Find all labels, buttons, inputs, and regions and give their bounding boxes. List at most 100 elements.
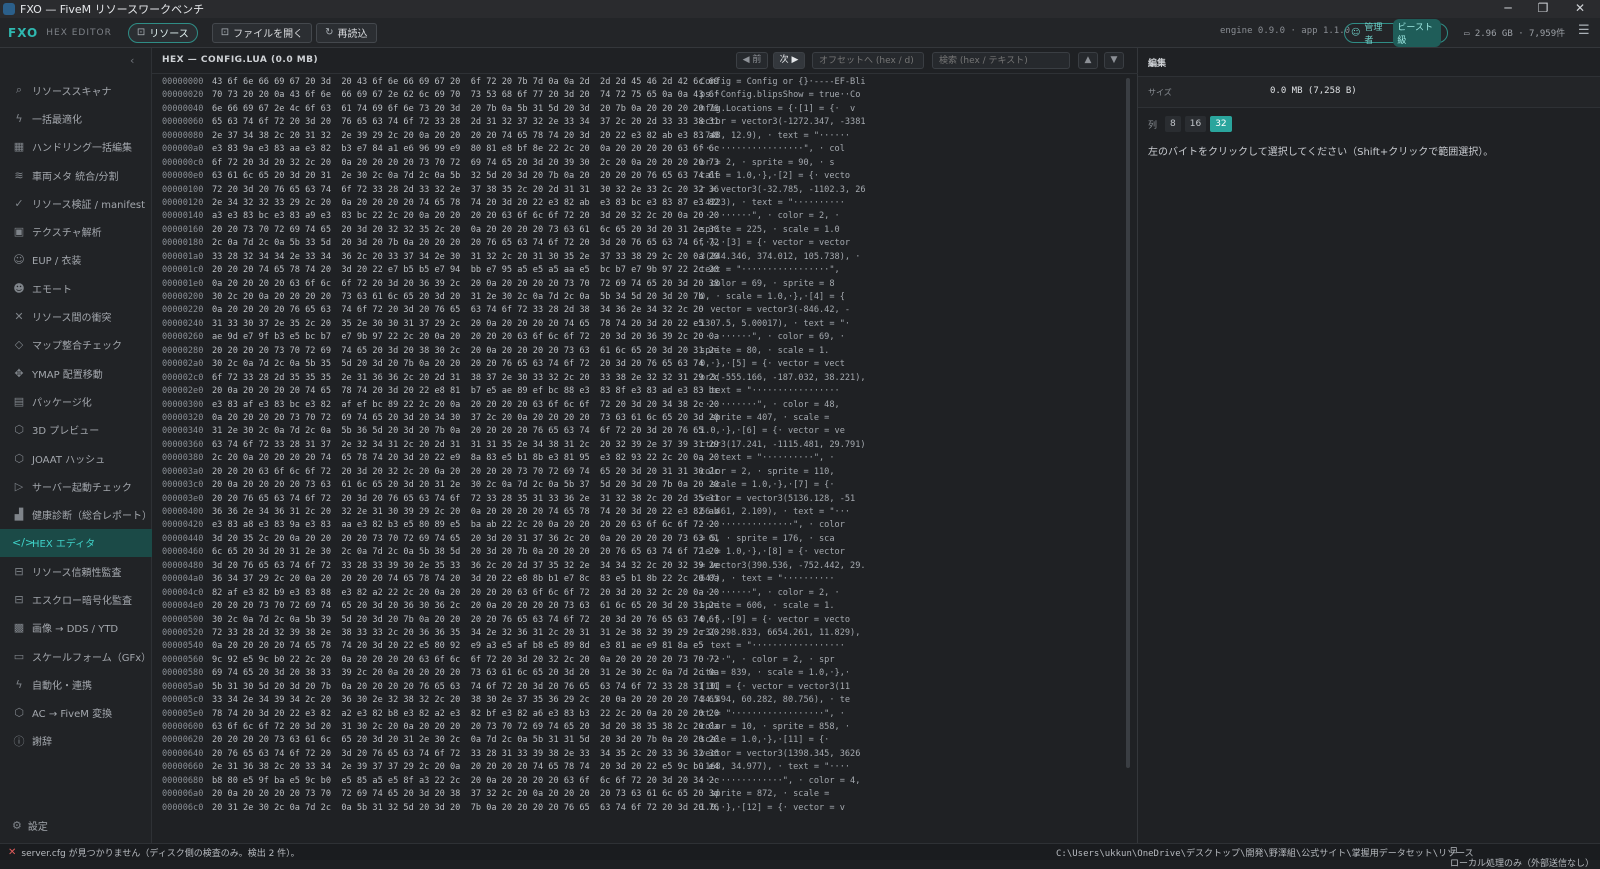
hex-bytes[interactable]: 5b 31 30 5d 20 3d 20 7b 0a 20 20 20 20 7… (212, 681, 719, 694)
hex-row[interactable]: 000000a0 e3 83 9a e3 83 aa e3 82 b3 e7 84… (152, 143, 1138, 156)
hex-bytes[interactable]: 78 74 20 3d 20 22 e3 82 a2 e3 82 b8 e3 8… (212, 708, 719, 721)
hex-row[interactable]: 00000320 0a 20 20 20 20 73 70 72 69 74 65… (152, 412, 1138, 425)
hex-bytes[interactable]: 31 2e 30 2c 0a 7d 2c 0a 5b 36 5d 20 3d 2… (212, 425, 704, 438)
hex-bytes[interactable]: 6e 66 69 67 2e 4c 6f 63 61 74 69 6f 6e 7… (212, 103, 719, 116)
hex-search-input[interactable] (932, 52, 1070, 69)
hex-row[interactable]: 000006c0 20 31 2e 30 2c 0a 7d 2c 0a 5b 31… (152, 802, 1138, 815)
hex-bytes[interactable]: 2e 34 32 32 33 29 2c 20 0a 20 20 20 20 7… (212, 197, 719, 210)
offset-input[interactable] (812, 52, 924, 69)
hex-row[interactable]: 00000440 3d 20 35 2c 20 0a 20 20 20 20 73… (152, 533, 1138, 546)
hex-bytes[interactable]: e3 83 af e3 83 bc e3 82 af ef bc 89 22 2… (212, 399, 719, 412)
settings-item[interactable]: ⚙ 設定 (12, 818, 48, 833)
sidebar-item[interactable]: ⬡ JOAAT ハッシュ (0, 444, 152, 472)
sidebar-item[interactable]: ☻ エモート (0, 274, 152, 302)
sidebar-item[interactable]: ✓ リソース検証 / manifest (0, 189, 152, 217)
hex-bytes[interactable]: b8 80 e5 9f ba e5 9c b0 e5 85 a5 e5 8f a… (212, 775, 719, 788)
hex-row[interactable]: 00000680 b8 80 e5 9f ba e5 9c b0 e5 85 a5… (152, 775, 1138, 788)
sidebar-item[interactable]: ▤ パッケージ化 (0, 387, 152, 415)
hex-row[interactable]: 00000560 9c 92 e5 9c b0 22 2c 20 0a 20 20… (152, 654, 1138, 667)
hex-bytes[interactable]: 6f 72 20 3d 20 32 2c 20 0a 20 20 20 20 7… (212, 157, 719, 170)
hex-bytes[interactable]: ae 9d e7 9f b3 e5 bc b7 e7 9b 97 22 2c 2… (212, 331, 719, 344)
hex-row[interactable]: 00000220 0a 20 20 20 20 76 65 63 74 6f 72… (152, 304, 1138, 317)
hex-row[interactable]: 00000300 e3 83 af e3 83 bc e3 82 af ef bc… (152, 399, 1138, 412)
hex-row[interactable]: 00000620 20 20 20 20 73 63 61 6c 65 20 3d… (152, 734, 1138, 747)
cols-32-button[interactable]: 32 (1210, 116, 1232, 132)
hex-row[interactable]: 00000140 a3 e3 83 bc e3 83 a9 e3 83 bc 22… (152, 210, 1138, 223)
hex-row[interactable]: 00000160 20 20 73 70 72 69 74 65 20 3d 20… (152, 224, 1138, 237)
hex-row[interactable]: 00000120 2e 34 32 32 33 29 2c 20 0a 20 20… (152, 197, 1138, 210)
hex-row[interactable]: 00000500 30 2c 0a 7d 2c 0a 5b 39 5d 20 3d… (152, 614, 1138, 627)
hex-bytes[interactable]: 72 33 28 2d 32 39 38 2e 38 33 33 2c 20 3… (212, 627, 719, 640)
hex-bytes[interactable]: 82 af e3 82 b9 e3 83 88 e3 82 a2 22 2c 2… (212, 587, 719, 600)
hex-row[interactable]: 00000360 63 74 6f 72 33 28 31 37 2e 32 34… (152, 439, 1138, 452)
hex-row[interactable]: 000000e0 63 61 6c 65 20 3d 20 31 2e 30 2c… (152, 170, 1138, 183)
close-window-button[interactable]: ✕ (1562, 0, 1598, 18)
hex-bytes[interactable]: 30 2c 0a 7d 2c 0a 5b 35 5d 20 3d 20 7b 0… (212, 358, 704, 371)
sidebar-item[interactable]: ≋ 車両メタ 統合/分割 (0, 161, 152, 189)
cols-16-button[interactable]: 16 (1184, 116, 1207, 132)
hex-bytes[interactable]: 0a 20 20 20 20 76 65 63 74 6f 72 20 3d 2… (212, 304, 704, 317)
sidebar-item[interactable]: ✕ リソース間の衝突 (0, 302, 152, 330)
sidebar-item[interactable]: ⓘ 謝辞 (0, 727, 152, 755)
hex-bytes[interactable]: e3 83 9a e3 83 aa e3 82 b3 e7 84 a1 e6 9… (212, 143, 719, 156)
hex-bytes[interactable]: 20 76 65 63 74 6f 72 20 3d 20 76 65 63 7… (212, 748, 719, 761)
search-down-button[interactable]: ▼ (1104, 52, 1124, 69)
open-file-button[interactable]: ⊡ ファイルを開く (211, 22, 313, 43)
hex-row[interactable]: 00000380 2c 20 0a 20 20 20 20 74 65 78 74… (152, 452, 1138, 465)
next-match-button[interactable]: 次 ▶ (773, 52, 805, 69)
hex-view[interactable]: 00000000 43 6f 6e 66 69 67 20 3d 20 43 6f… (152, 76, 1138, 841)
hex-bytes[interactable]: 20 20 76 65 63 74 6f 72 20 3d 20 76 65 6… (212, 493, 719, 506)
hex-bytes[interactable]: a3 e3 83 bc e3 83 a9 e3 83 bc 22 2c 20 0… (212, 210, 719, 223)
hex-bytes[interactable]: 20 0a 20 20 20 20 73 63 61 6c 65 20 3d 2… (212, 479, 719, 492)
sidebar-item[interactable]: ☺ EUP / 衣装 (0, 246, 152, 274)
hex-bytes[interactable]: 30 2c 20 0a 20 20 20 20 73 63 61 6c 65 2… (212, 291, 704, 304)
hex-row[interactable]: 00000660 2e 31 36 38 2c 20 33 34 2e 39 37… (152, 761, 1138, 774)
hex-bytes[interactable]: 36 34 37 29 2c 20 0a 20 20 20 20 74 65 7… (212, 573, 719, 586)
hex-row[interactable]: 000004a0 36 34 37 29 2c 20 0a 20 20 20 20… (152, 573, 1138, 586)
sidebar-item[interactable]: ϟ 自動化・連携 (0, 670, 152, 698)
hex-bytes[interactable]: 63 61 6c 65 20 3d 20 31 2e 30 2c 0a 7d 2… (212, 170, 719, 183)
hex-row[interactable]: 00000580 69 74 65 20 3d 20 38 33 39 2c 20… (152, 667, 1138, 680)
hex-bytes[interactable]: e3 83 a8 e3 83 9a e3 83 aa e3 82 b3 e5 8… (212, 519, 719, 532)
hex-bytes[interactable]: 20 0a 20 20 20 20 73 70 72 69 74 65 20 3… (212, 788, 719, 801)
sidebar-item[interactable]: ⊟ エスクロー暗号化監査 (0, 585, 152, 613)
hex-bytes[interactable]: 20 20 20 73 70 72 69 74 65 20 3d 20 36 3… (212, 600, 719, 613)
minimize-button[interactable]: ─ (1490, 0, 1526, 18)
hex-bytes[interactable]: 43 6f 6e 66 69 67 20 3d 20 43 6f 6e 66 6… (212, 76, 719, 89)
hex-bytes[interactable]: 0a 20 20 20 20 73 70 72 69 74 65 20 3d 2… (212, 412, 719, 425)
hex-row[interactable]: 000005a0 5b 31 30 5d 20 3d 20 7b 0a 20 20… (152, 681, 1138, 694)
sidebar-item[interactable]: ▟ 健康診断（総合レポート） (0, 500, 152, 528)
hex-row[interactable]: 00000520 72 33 28 2d 32 39 38 2e 38 33 33… (152, 627, 1138, 640)
sidebar-item[interactable]: ⬡ AC → FiveM 変換 (0, 699, 152, 727)
sidebar-item[interactable]: ▷ サーバー起動チェック (0, 472, 152, 500)
sidebar-item[interactable]: ⌕ リソーススキャナ (0, 76, 152, 104)
hex-bytes[interactable]: 30 2c 0a 7d 2c 0a 5b 39 5d 20 3d 20 7b 0… (212, 614, 719, 627)
hex-row[interactable]: 00000280 20 20 20 20 73 70 72 69 74 65 20… (152, 345, 1138, 358)
hex-row[interactable]: 00000540 0a 20 20 20 20 74 65 78 74 20 3d… (152, 640, 1138, 653)
hex-bytes[interactable]: 20 20 20 63 6f 6c 6f 72 20 3d 20 32 2c 2… (212, 466, 719, 479)
hex-row[interactable]: 000002e0 20 0a 20 20 20 20 74 65 78 74 20… (152, 385, 1138, 398)
hex-bytes[interactable]: 70 73 20 20 0a 43 6f 6e 66 69 67 2e 62 6… (212, 89, 719, 102)
hex-row[interactable]: 000002c0 6f 72 33 28 2d 35 35 35 2e 31 36… (152, 372, 1138, 385)
sidebar-item[interactable]: ϟ 一括最適化 (0, 104, 152, 132)
hex-bytes[interactable]: 33 34 2e 34 39 34 2c 20 36 30 2e 32 38 3… (212, 694, 719, 707)
hex-bytes[interactable]: 20 20 20 20 73 70 72 69 74 65 20 3d 20 3… (212, 345, 719, 358)
hex-bytes[interactable]: 2c 0a 7d 2c 0a 5b 33 5d 20 3d 20 7b 0a 2… (212, 237, 719, 250)
hex-bytes[interactable]: 72 20 3d 20 76 65 63 74 6f 72 33 28 2d 3… (212, 184, 719, 197)
hex-bytes[interactable]: 3d 20 76 65 63 74 6f 72 33 28 33 39 30 2… (212, 560, 719, 573)
sidebar-item[interactable]: ◇ マップ整合チェック (0, 331, 152, 359)
hex-bytes[interactable]: 6c 65 20 3d 20 31 2e 30 2c 0a 7d 2c 0a 5… (212, 546, 719, 559)
hex-bytes[interactable]: 2c 20 0a 20 20 20 20 74 65 78 74 20 3d 2… (212, 452, 719, 465)
hex-row[interactable]: 000004e0 20 20 20 73 70 72 69 74 65 20 3d… (152, 600, 1138, 613)
settings-sliders-icon[interactable]: ☰ (1578, 23, 1590, 38)
hex-bytes[interactable]: 63 74 6f 72 33 28 31 37 2e 32 34 31 2c 2… (212, 439, 719, 452)
hex-row[interactable]: 00000080 2e 37 34 38 2c 20 31 32 2e 39 29… (152, 130, 1138, 143)
search-up-button[interactable]: ▲ (1078, 52, 1098, 69)
hex-bytes[interactable]: 9c 92 e5 9c b0 22 2c 20 0a 20 20 20 20 6… (212, 654, 719, 667)
hex-row[interactable]: 00000200 30 2c 20 0a 20 20 20 20 73 63 61… (152, 291, 1138, 304)
hex-row[interactable]: 000003e0 20 20 76 65 63 74 6f 72 20 3d 20… (152, 493, 1138, 506)
hex-row[interactable]: 00000060 65 63 74 6f 72 20 3d 20 76 65 63… (152, 116, 1138, 129)
prev-match-button[interactable]: ◀ 前 (736, 52, 768, 69)
cols-8-button[interactable]: 8 (1165, 116, 1181, 132)
hex-row[interactable]: 00000240 31 33 30 37 2e 35 2c 20 35 2e 30… (152, 318, 1138, 331)
